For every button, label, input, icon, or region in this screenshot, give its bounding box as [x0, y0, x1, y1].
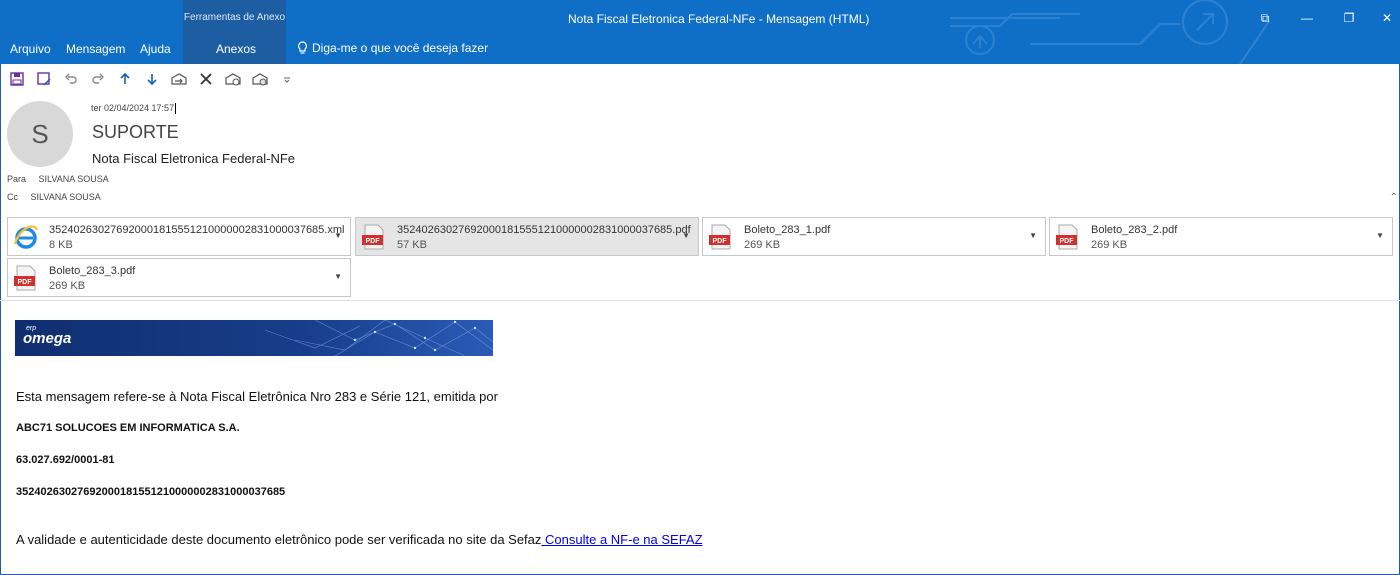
circuit-decoration — [950, 0, 1270, 64]
minimize-button[interactable]: — — [1295, 8, 1319, 28]
customize-toolbar-icon[interactable] — [278, 70, 296, 88]
mark-read-icon[interactable] — [224, 70, 242, 88]
to-label: Para — [7, 174, 27, 184]
maximize-button[interactable]: ❐ — [1337, 8, 1361, 28]
ribbon-display-button[interactable]: ⧉ — [1253, 8, 1277, 28]
message-subject: Nota Fiscal Eletronica Federal-NFe — [92, 151, 296, 166]
tell-me-box[interactable]: Diga-me o que você deseja fazer — [297, 41, 488, 55]
attachment-name: 3524026302769200018155512100000028310000… — [49, 224, 345, 236]
mark-unread-icon[interactable] — [251, 70, 269, 88]
pdf-icon: PDF — [14, 265, 36, 291]
body-company: ABC71 SOLUCOES EM INFORMATICA S.A. — [16, 422, 240, 434]
body-intro: Esta mensagem refere-se à Nota Fiscal El… — [16, 389, 498, 404]
attachment-size: 57 KB — [397, 239, 427, 251]
pdf-icon-label: PDF — [1060, 238, 1075, 245]
body-validity: A validade e autenticidade deste documen… — [16, 532, 703, 547]
tab-anexos[interactable]: Anexos — [216, 42, 256, 56]
sefaz-link[interactable]: Consulte a NF-e na SEFAZ — [541, 532, 703, 547]
tab-mensagem[interactable]: Mensagem — [66, 42, 125, 56]
tell-me-text: Diga-me o que você deseja fazer — [312, 41, 489, 55]
to-recipient[interactable]: SILVANA SOUSA — [39, 174, 109, 184]
pdf-icon: PDF — [362, 224, 384, 250]
attachment-name: Boleto_283_1.pdf — [744, 224, 831, 236]
attachment-size: 269 KB — [1091, 239, 1128, 251]
cc-recipient[interactable]: SILVANA SOUSA — [31, 192, 101, 202]
attachment-name: Boleto_283_2.pdf — [1091, 224, 1178, 236]
pdf-icon: PDF — [709, 224, 731, 250]
cc-label: Cc — [7, 192, 18, 202]
attachment-size: 269 KB — [744, 239, 781, 251]
header-divider — [0, 300, 1400, 301]
chevron-down-icon[interactable]: ▼ — [1029, 231, 1037, 240]
attachment-size: 269 KB — [49, 280, 86, 292]
attachment-item[interactable]: PDF Boleto_283_2.pdf 269 KB ▼ — [1049, 217, 1393, 256]
body-validity-text: A validade e autenticidade deste documen… — [16, 532, 542, 547]
attachment-name: 3524026302769200018155512100000028310000… — [397, 224, 691, 236]
context-group-label: Ferramentas de Anexo — [183, 12, 286, 23]
tab-arquivo[interactable]: Arquivo — [10, 42, 51, 56]
avatar: S — [7, 101, 73, 167]
pdf-icon-label: PDF — [366, 238, 381, 245]
close-button[interactable]: ✕ — [1375, 8, 1399, 28]
window-title: Nota Fiscal Eletronica Federal-NFe - Men… — [568, 12, 870, 26]
delete-icon[interactable] — [197, 70, 215, 88]
undo-icon[interactable] — [62, 70, 80, 88]
tab-ajuda[interactable]: Ajuda — [140, 42, 171, 56]
move-to-folder-icon[interactable] — [170, 70, 188, 88]
omega-banner: erp omega — [15, 320, 493, 356]
sender-name[interactable]: SUPORTE — [92, 122, 179, 143]
quick-access-toolbar — [8, 70, 296, 88]
body-cnpj: 63.027.692/0001-81 — [16, 454, 115, 466]
attachment-name: Boleto_283_3.pdf — [49, 265, 136, 277]
ie-xml-icon — [13, 225, 39, 249]
lightbulb-icon — [298, 41, 307, 54]
text-caret — [175, 103, 177, 115]
message-date-text: ter 02/04/2024 17:57 — [91, 103, 175, 113]
cc-row: Cc SILVANA SOUSA — [7, 192, 101, 202]
previous-item-icon[interactable] — [116, 70, 134, 88]
chevron-down-icon[interactable]: ▼ — [682, 231, 690, 240]
pdf-icon-label: PDF — [18, 279, 33, 286]
network-pattern — [15, 320, 493, 356]
save-as-icon[interactable] — [35, 70, 53, 88]
save-icon[interactable] — [8, 70, 26, 88]
to-row: Para SILVANA SOUSA — [7, 174, 109, 184]
brand-logo: omega — [23, 330, 72, 347]
attachment-item[interactable]: 3524026302769200018155512100000028310000… — [7, 217, 351, 256]
attachment-item[interactable]: PDF Boleto_283_1.pdf 269 KB ▼ — [702, 217, 1046, 256]
redo-icon[interactable] — [89, 70, 107, 88]
next-item-icon[interactable] — [143, 70, 161, 88]
chevron-down-icon[interactable]: ▼ — [334, 272, 342, 281]
body-access-key: 3524026302769200018155121000000283100003… — [16, 486, 286, 498]
attachment-item[interactable]: PDF Boleto_283_3.pdf 269 KB ▼ — [7, 258, 351, 297]
pdf-icon: PDF — [1056, 224, 1078, 250]
attachment-size: 8 KB — [49, 239, 73, 251]
chevron-down-icon[interactable]: ▼ — [1376, 231, 1384, 240]
message-date: ter 02/04/2024 17:57 — [91, 103, 177, 115]
title-ribbon-bar: Ferramentas de Anexo Nota Fiscal Eletron… — [0, 0, 1400, 64]
attachment-item-selected[interactable]: PDF 352402630276920001815551210000002831… — [355, 217, 699, 256]
chevron-down-icon[interactable]: ▼ — [334, 231, 342, 240]
pdf-icon-label: PDF — [713, 238, 728, 245]
collapse-header-icon[interactable]: ⌃ — [1390, 192, 1398, 203]
